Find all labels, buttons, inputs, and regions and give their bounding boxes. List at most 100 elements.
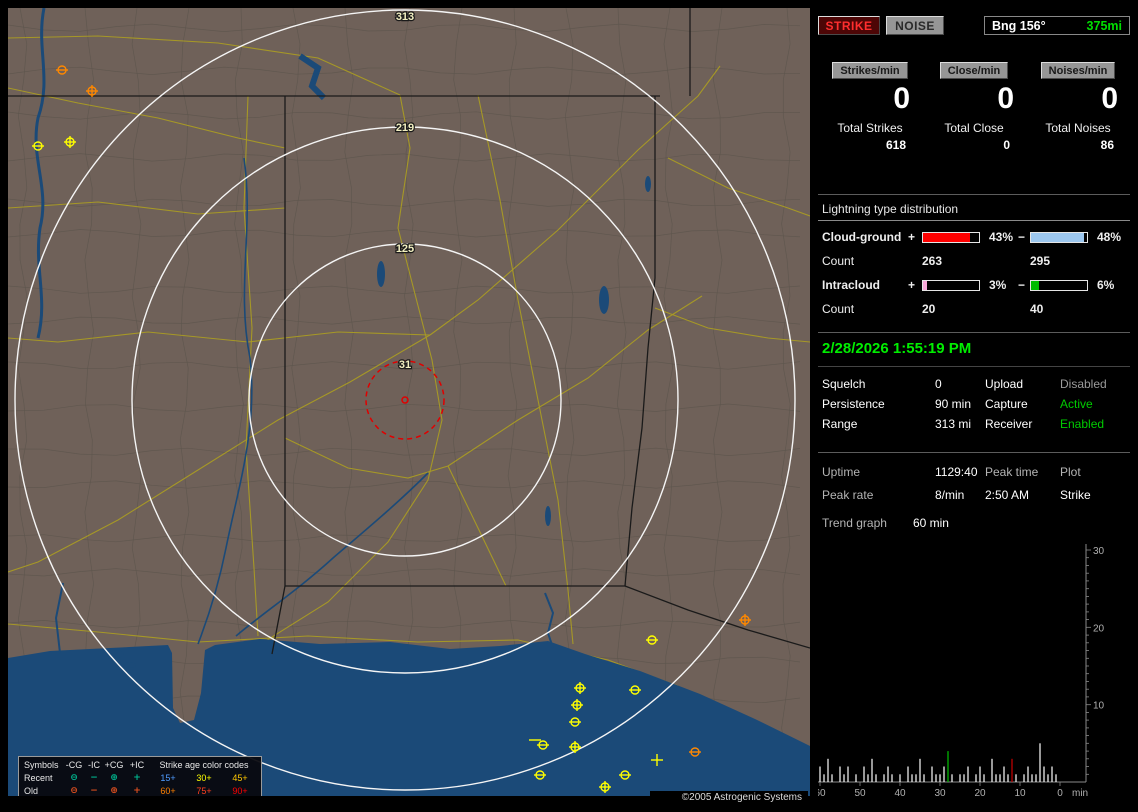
neg-ic-old-icon: − [90, 786, 98, 796]
count-label: Count [822, 302, 855, 316]
lightning-distribution-section: Lightning type distribution Cloud-ground… [818, 202, 1130, 321]
bearing-range-value: 375mi [1086, 18, 1122, 33]
svg-text:20: 20 [1093, 623, 1105, 634]
ic-minus-count: 40 [1030, 302, 1044, 316]
range-ring-label: 31 [399, 359, 411, 371]
strike-mode-button[interactable]: STRIKE [818, 16, 880, 35]
legend-symbols-header: Symbols [24, 760, 59, 770]
total-close-label: Total Close [944, 120, 1004, 135]
strikes-per-min-button[interactable]: Strikes/min [832, 62, 908, 79]
side-panel: STRIKE NOISE Bng 156° 375mi Strikes/min … [818, 8, 1130, 804]
trend-window-value: 60 min [912, 516, 949, 530]
noises-per-min-button[interactable]: Noises/min [1040, 62, 1116, 79]
pos-cg-old-icon: ⊕ [110, 786, 118, 796]
nexstorm-window: 313 219 125 31 Symbols -CG -IC +CG +IC Stri… [0, 0, 1138, 812]
receiver-status: Enabled [1060, 417, 1105, 431]
ic-plus-bar [922, 279, 980, 291]
peak-time-label: Peak time [985, 464, 1039, 479]
range-ring-label: 219 [396, 122, 414, 134]
close-per-min-value: 0 [997, 82, 1014, 115]
range-ring-label: 313 [396, 11, 414, 23]
peak-time-value: 2:50 AM [985, 487, 1030, 502]
plot-label: Plot [1060, 464, 1081, 479]
intracloud-label: Intracloud [822, 278, 881, 292]
age-code-30: 30+ [196, 773, 212, 783]
stats-section: Uptime 1129:40 Peak time Plot Peak rate … [818, 460, 1130, 506]
ic-plus-bar-fill [923, 280, 928, 290]
age-code-45: 45+ [232, 773, 248, 783]
separator [818, 194, 1130, 195]
distribution-title: Lightning type distribution [818, 202, 1130, 221]
range-label: Range [822, 417, 858, 431]
uptime-label: Uptime [822, 464, 861, 479]
close-per-min-button[interactable]: Close/min [939, 62, 1009, 79]
minus-sign: − [1018, 278, 1026, 292]
peak-rate-value: 8/min [935, 487, 965, 502]
plot-value: Strike [1060, 487, 1091, 502]
svg-text:30: 30 [1093, 546, 1105, 557]
range-value: 313 mi [935, 417, 972, 431]
legend-col-neg-ic: -IC [88, 760, 100, 770]
ic-plus-percent: 3% [989, 278, 1007, 292]
svg-text:60: 60 [818, 788, 826, 799]
pos-ic-recent-icon: + [133, 773, 141, 783]
total-noises-label: Total Noises [1045, 120, 1111, 135]
separator [818, 366, 1130, 367]
cloud-ground-row: Cloud-ground + 43% − 48% [818, 225, 1130, 249]
legend-col-pos-cg: +CG [104, 760, 124, 770]
cg-minus-count: 295 [1030, 254, 1051, 268]
copyright-text: ©2005 Astrogenic Systems [650, 791, 808, 806]
ic-plus-count: 20 [922, 302, 936, 316]
age-code-75: 75+ [196, 786, 212, 796]
svg-text:0: 0 [1057, 788, 1063, 799]
svg-text:20: 20 [974, 788, 986, 799]
map-area: 313 219 125 31 Symbols -CG -IC +CG +IC Stri… [8, 8, 810, 796]
receiver-label: Receiver [985, 417, 1033, 431]
minus-sign: − [1018, 230, 1026, 244]
capture-label: Capture [985, 397, 1028, 411]
cg-minus-bar [1030, 231, 1088, 243]
age-code-60: 60+ [160, 786, 176, 796]
intracloud-row: Intracloud + 3% − 6% [818, 273, 1130, 297]
noises-per-min-value: 0 [1101, 82, 1118, 115]
upload-status: Disabled [1060, 377, 1107, 391]
legend-col-pos-ic: +IC [129, 760, 145, 770]
bearing-display: Bng 156° 375mi [984, 16, 1130, 35]
trend-axes [818, 544, 1087, 783]
cg-plus-bar-fill [923, 232, 971, 242]
svg-text:10: 10 [1093, 701, 1105, 712]
current-datetime: 2/28/2026 1:55:19 PM [822, 340, 972, 357]
trend-ticks-labels: 30 20 10 60 50 40 30 20 10 0 min [818, 546, 1105, 799]
cg-minus-bar-fill [1031, 232, 1084, 242]
uptime-value: 1129:40 [935, 464, 978, 479]
noise-mode-button[interactable]: NOISE [886, 16, 944, 35]
age-code-15: 15+ [160, 773, 176, 783]
mode-toolbar: STRIKE NOISE Bng 156° 375mi [818, 16, 1130, 36]
squelch-value: 0 [935, 377, 942, 391]
legend-row-recent-label: Recent [24, 773, 53, 783]
peak-rate-label: Peak rate [822, 487, 874, 502]
rate-counters: Strikes/min Close/min Noises/min 0 0 0 T… [818, 62, 1130, 153]
persistence-label: Persistence [822, 397, 885, 411]
total-strikes-value: 618 [885, 137, 906, 152]
total-close-value: 0 [1003, 137, 1010, 152]
svg-text:30: 30 [934, 788, 946, 799]
cloud-ground-count-row: Count 263 295 [818, 249, 1130, 273]
separator [818, 332, 1130, 333]
cg-plus-count: 263 [922, 254, 943, 268]
pos-ic-old-icon: + [133, 786, 141, 796]
trend-graph-header: Trend graph 60 min [822, 516, 949, 530]
neg-ic-recent-icon: − [90, 773, 98, 783]
neg-cg-old-icon: ⊖ [70, 786, 78, 796]
legend-col-neg-cg: -CG [65, 760, 83, 770]
svg-text:min: min [1072, 788, 1088, 799]
trend-graph: 30 20 10 60 50 40 30 20 10 0 min [818, 544, 1105, 799]
count-label: Count [822, 254, 855, 268]
plus-sign: + [908, 230, 916, 244]
neg-cg-recent-icon: ⊖ [70, 773, 78, 783]
ic-minus-bar [1030, 279, 1088, 291]
trend-graph-label: Trend graph [822, 516, 887, 530]
total-noises-value: 86 [1100, 137, 1114, 152]
squelch-label: Squelch [822, 377, 866, 391]
trend-bars [819, 743, 1057, 782]
